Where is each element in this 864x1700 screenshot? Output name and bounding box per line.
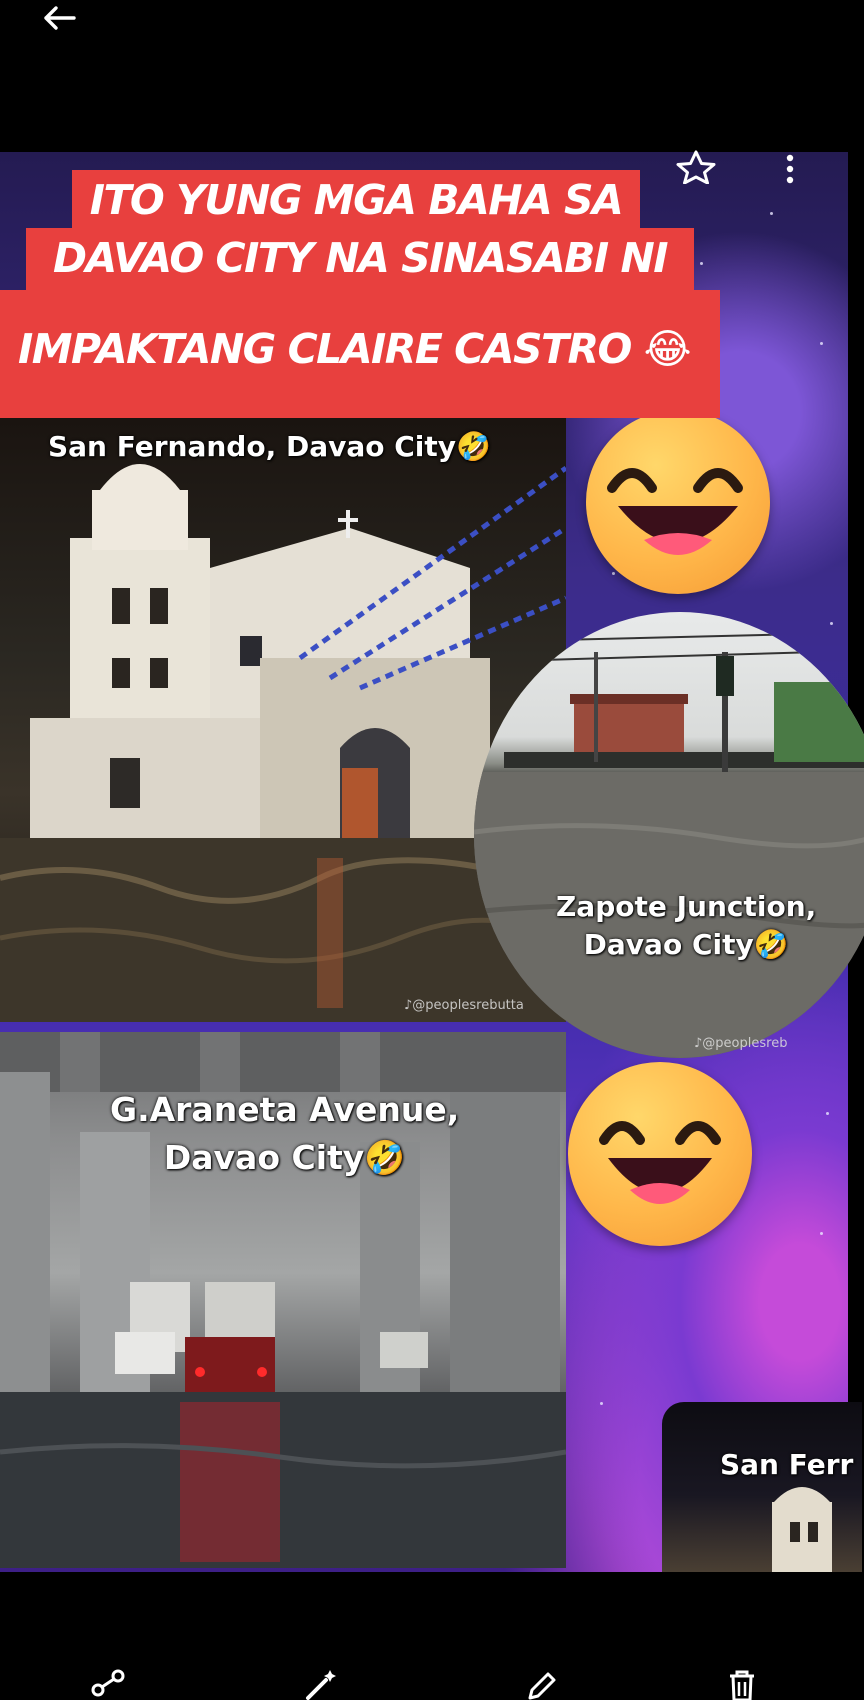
star-icon[interactable] <box>672 150 720 184</box>
caption-line: G.Araneta Avenue, <box>110 1090 460 1129</box>
edit-icon[interactable] <box>520 1668 560 1700</box>
title-banner-line: IMPAKTANG CLAIRE CASTRO 😂 <box>0 290 720 418</box>
caption-line: Davao City🤣 <box>163 1138 406 1177</box>
watermark: ♪@peoplesreb <box>694 1036 788 1051</box>
back-icon[interactable] <box>42 4 76 32</box>
laughing-face-icon <box>586 410 770 594</box>
share-icon[interactable] <box>88 1668 128 1700</box>
title-banner-line: DAVAO CITY NA SINASABI NI <box>26 228 694 290</box>
photo-caption-thumbnail: San Ferr <box>720 1448 854 1481</box>
photo-caption-araneta-avenue: G.Araneta Avenue, Davao City🤣 <box>110 1086 459 1182</box>
more-vert-icon[interactable] <box>782 154 798 184</box>
caption-line: Davao City🤣 <box>583 928 789 961</box>
delete-icon[interactable] <box>722 1668 762 1700</box>
photo-thumbnail <box>662 1402 862 1572</box>
title-banner-line: ITO YUNG MGA BAHA SA <box>72 170 640 230</box>
photo-caption-san-fernando: San Fernando, Davao City🤣 <box>48 430 491 463</box>
caption-line: Zapote Junction, <box>556 890 817 923</box>
photo-zapote-junction <box>474 612 864 1058</box>
laughing-face-icon <box>568 1062 752 1246</box>
photo-caption-zapote-junction: Zapote Junction, Davao City🤣 <box>556 888 816 964</box>
magic-edit-icon[interactable] <box>300 1668 340 1700</box>
